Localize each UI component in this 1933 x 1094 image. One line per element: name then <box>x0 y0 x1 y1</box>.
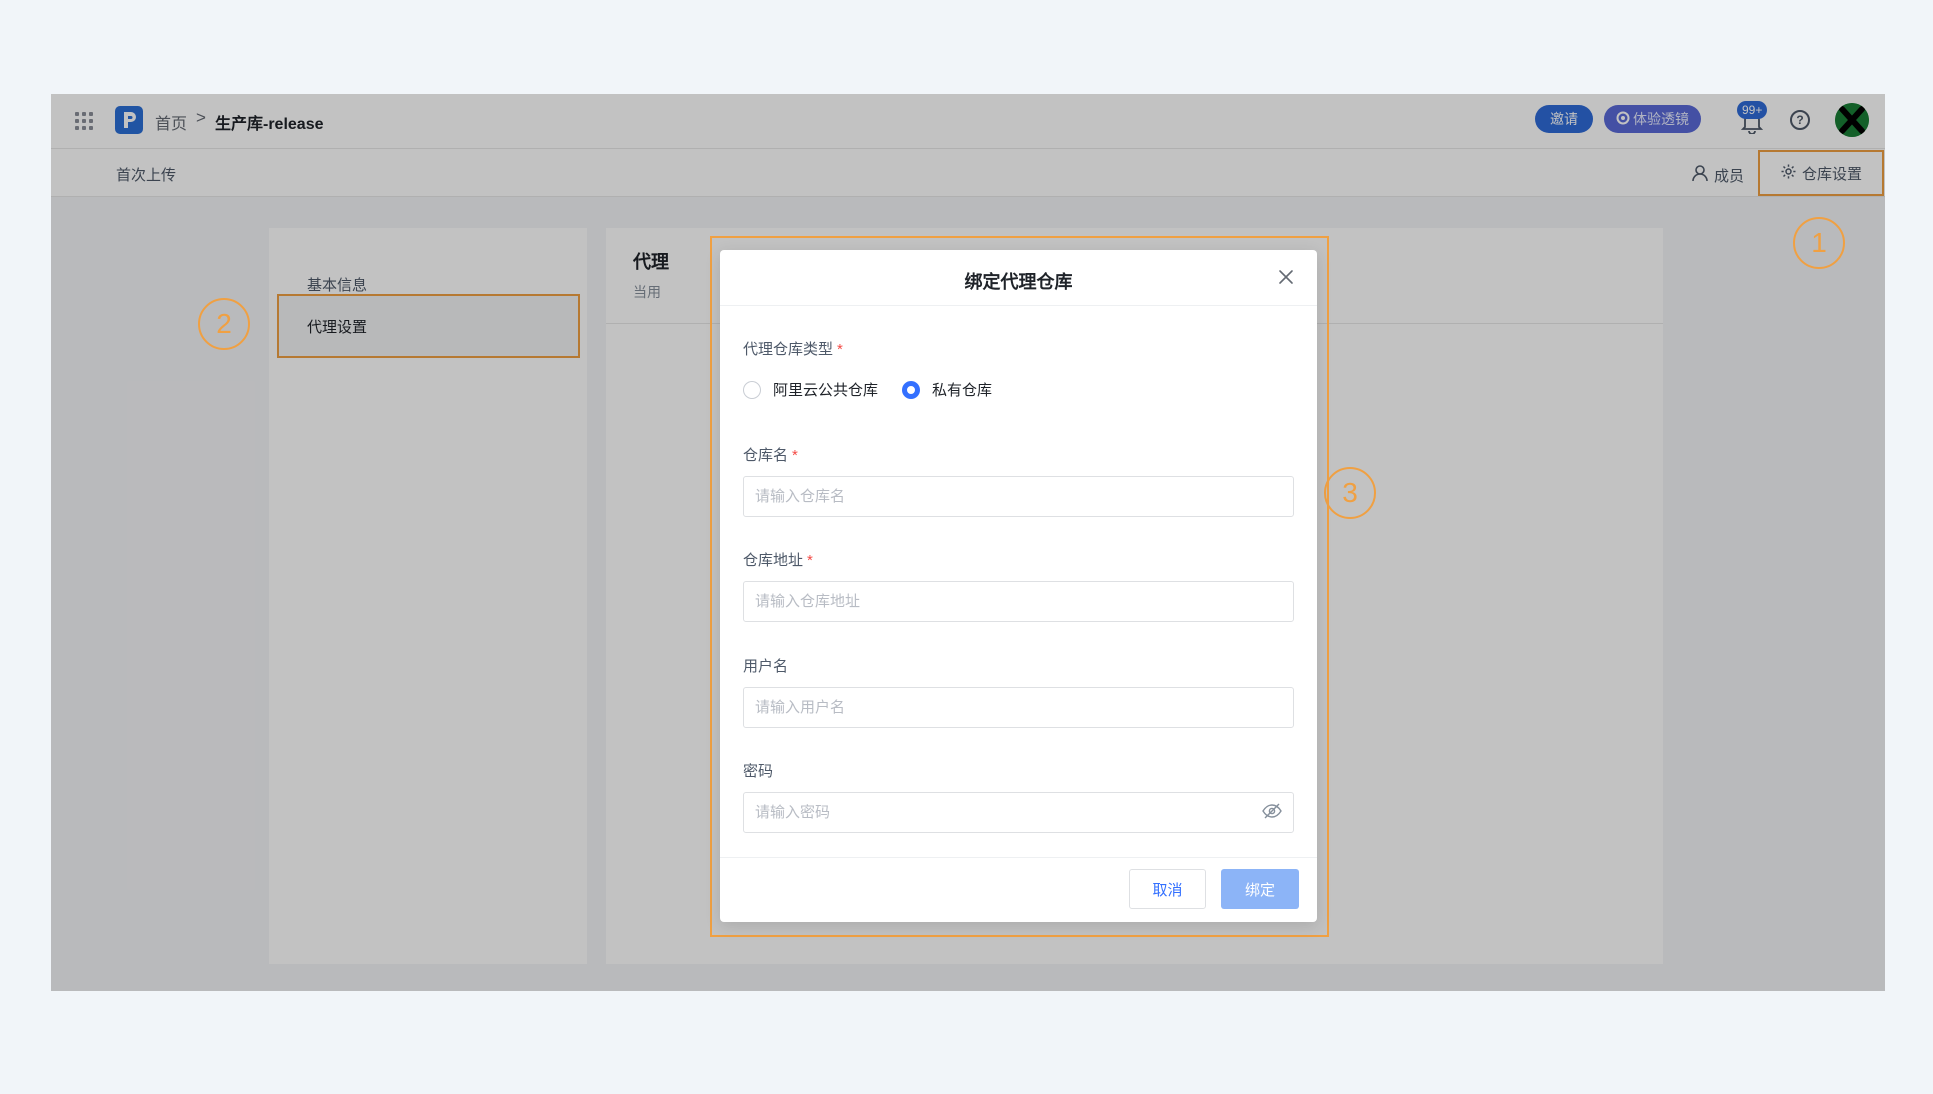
marker-number: 1 <box>1811 227 1827 258</box>
repo-name-label: 仓库名 * <box>743 444 798 465</box>
repo-name-input[interactable] <box>743 476 1294 517</box>
username-input[interactable] <box>743 687 1294 728</box>
repo-url-label: 仓库地址 * <box>743 549 813 570</box>
required-mark: * <box>837 341 843 358</box>
radio-aliyun-public[interactable] <box>743 380 761 399</box>
radio-private[interactable] <box>902 380 921 399</box>
app-window: 首页 > 生产库-release 邀请 体验透镜 99+ ? 首次上传 成员 仓… <box>51 94 1885 991</box>
password-input[interactable] <box>743 792 1294 833</box>
cancel-button[interactable]: 取消 <box>1129 869 1206 909</box>
radio-aliyun-public-label[interactable]: 阿里云公共仓库 <box>773 379 878 400</box>
repo-url-label-text: 仓库地址 <box>743 552 804 569</box>
username-label: 用户名 <box>743 655 788 676</box>
eye-hidden-icon[interactable] <box>1262 803 1282 819</box>
callout-marker-2: 2 <box>198 298 250 350</box>
username-label-text: 用户名 <box>743 658 789 675</box>
bind-label: 绑定 <box>1244 881 1275 899</box>
cancel-label: 取消 <box>1152 881 1183 899</box>
close-icon[interactable] <box>1275 266 1297 288</box>
bind-button[interactable]: 绑定 <box>1221 869 1299 909</box>
callout-marker-1: 1 <box>1793 217 1845 269</box>
repo-type-radio-group: 阿里云公共仓库 私有仓库 <box>743 379 992 400</box>
repo-type-label: 代理仓库类型 * <box>743 338 843 359</box>
bind-proxy-repo-dialog: 绑定代理仓库 代理仓库类型* 阿里云公共仓库 私有仓库 仓库名* 仓库地址* 用… <box>720 250 1317 922</box>
repo-url-input[interactable] <box>743 581 1294 622</box>
required-mark: * <box>807 552 813 569</box>
callout-marker-3: 3 <box>1324 467 1376 519</box>
radio-private-label[interactable]: 私有仓库 <box>932 379 992 400</box>
marker-number: 2 <box>216 308 232 339</box>
repo-type-label-text: 代理仓库类型 <box>743 341 834 358</box>
required-mark: * <box>792 447 798 464</box>
repo-name-label-text: 仓库名 <box>743 447 789 464</box>
dialog-title: 绑定代理仓库 <box>964 272 1073 292</box>
marker-number: 3 <box>1342 477 1358 508</box>
password-label-text: 密码 <box>743 763 774 780</box>
dialog-header: 绑定代理仓库 <box>720 250 1317 306</box>
password-label: 密码 <box>743 760 773 781</box>
